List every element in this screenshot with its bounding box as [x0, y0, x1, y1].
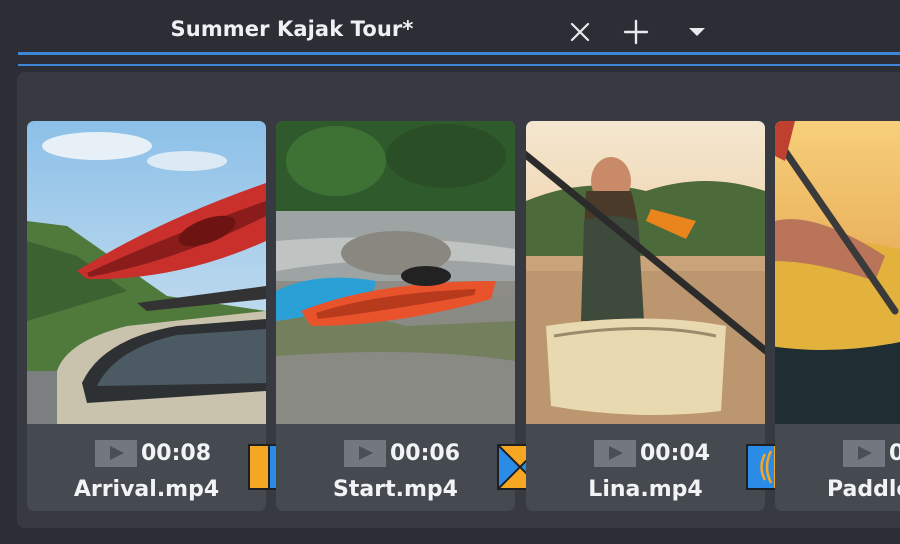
clip-filename: Start.mp4	[333, 477, 458, 502]
clip-card-arrival[interactable]: 00:08 Arrival.mp4	[27, 121, 266, 511]
tab-menu-button[interactable]	[678, 14, 716, 50]
tab-bar: Summer Kajak Tour*	[0, 0, 900, 66]
new-tab-button[interactable]	[617, 14, 655, 50]
clip-duration: 00:08	[141, 441, 212, 466]
duration-row: 00:06	[276, 439, 515, 469]
duration-row: 0	[775, 439, 900, 469]
play-icon[interactable]	[95, 440, 137, 467]
duration-row: 00:08	[27, 439, 266, 469]
clip-duration: 0	[889, 441, 900, 466]
plus-icon	[623, 19, 649, 45]
close-icon	[570, 22, 590, 42]
play-icon[interactable]	[594, 440, 636, 467]
clip-duration: 00:04	[640, 441, 711, 466]
active-tab-indicator	[18, 52, 900, 55]
project-tab-title[interactable]: Summer Kajak Tour*	[18, 17, 566, 41]
clip-thumbnail	[27, 121, 266, 424]
clip-duration: 00:06	[390, 441, 461, 466]
tab-divider	[18, 64, 900, 66]
clip-filename: Arrival.mp4	[73, 477, 220, 502]
clip-card-lina[interactable]: 00:04 Lina.mp4	[526, 121, 765, 511]
clip-thumbnail	[775, 121, 900, 424]
clip-card-start[interactable]: 00:06 Start.mp4	[276, 121, 515, 511]
duration-row: 00:04	[526, 439, 765, 469]
clip-filename: Lina.mp4	[588, 477, 703, 502]
clip-card-paddle[interactable]: 0 Paddle	[775, 121, 900, 511]
clip-thumbnail	[526, 121, 765, 424]
clip-filename: Paddle	[827, 477, 900, 502]
close-tab-button[interactable]	[561, 14, 599, 50]
play-icon[interactable]	[843, 440, 885, 467]
caret-down-icon	[689, 28, 705, 36]
clip-thumbnail	[276, 121, 515, 424]
play-icon[interactable]	[344, 440, 386, 467]
